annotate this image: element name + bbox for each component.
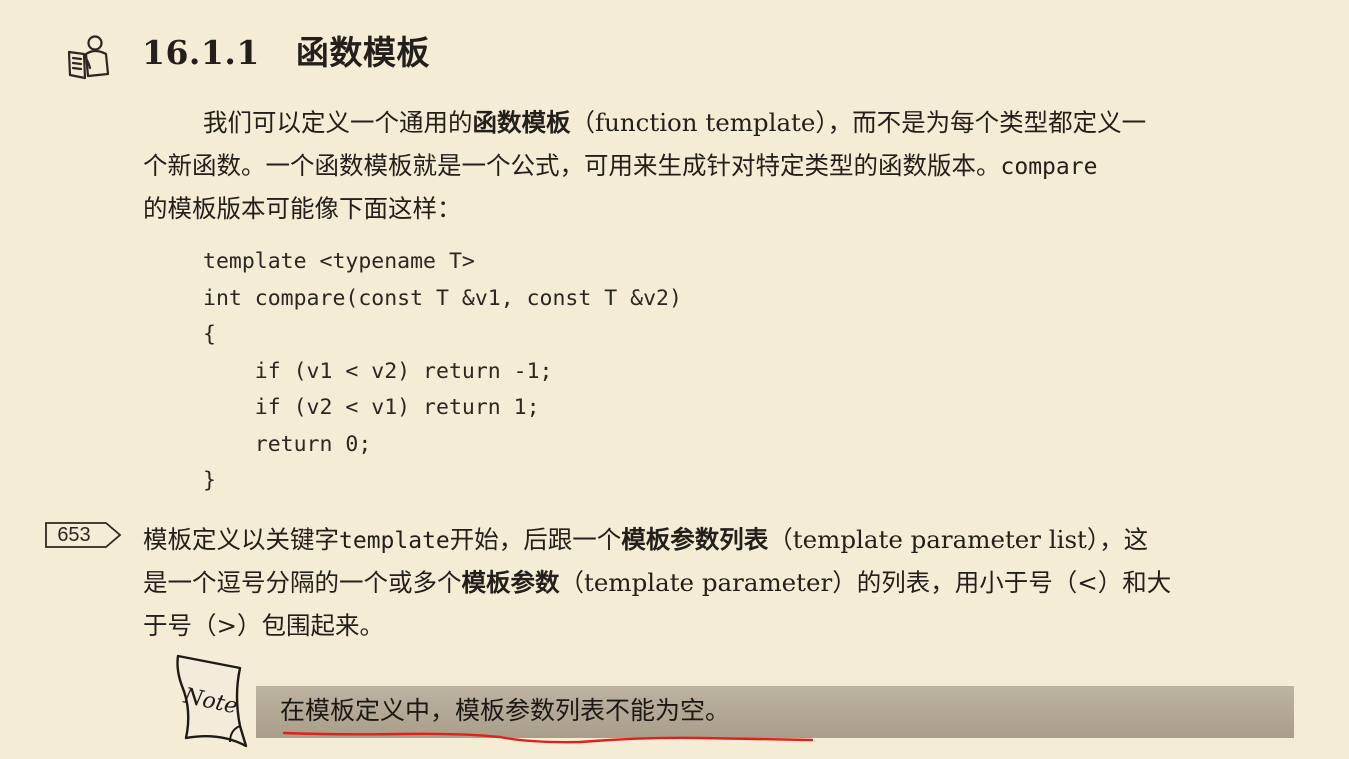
paragraph-line: 个新函数。一个函数模板就是一个公式，可用来生成针对特定类型的函数版本。compa…	[143, 144, 1291, 187]
red-underline-annotation	[282, 731, 814, 744]
text-run: 开始，后跟一个	[449, 525, 622, 554]
text-run: （template parameter list），这	[768, 525, 1149, 554]
paragraph-line: 于号（>）包围起来。	[143, 604, 1291, 647]
term-template-parameter-list: 模板参数列表	[621, 525, 769, 554]
code-line: int compare(const T &v1, const T &v2)	[203, 285, 682, 311]
intro-paragraph: 我们可以定义一个通用的函数模板（function template），而不是为每…	[143, 101, 1291, 230]
text-run: 于号（>）包围起来。	[143, 611, 385, 640]
section-title: 16.1.1 函数模板	[142, 26, 430, 74]
section-title-text: 函数模板	[295, 33, 430, 72]
inline-code: compare	[1000, 154, 1098, 180]
book-page: 16.1.1 函数模板 我们可以定义一个通用的函数模板（function temp…	[0, 0, 1349, 759]
text-run: （function template），而不是为每个类型都定义一	[570, 108, 1147, 137]
code-line: }	[203, 468, 216, 493]
template-definition-paragraph: 模板定义以关键字template开始，后跟一个模板参数列表（template p…	[143, 518, 1291, 647]
code-line: return 0;	[203, 431, 372, 457]
text-run: 模板定义以关键字	[143, 525, 339, 554]
text-run: 是一个逗号分隔的一个或多个	[143, 568, 462, 597]
reading-person-icon	[67, 35, 110, 80]
text-run: （template parameter）的列表，用小于号（<）和大	[559, 568, 1172, 597]
code-line: template <typename T>	[203, 249, 475, 274]
code-line: if (v1 < v2) return -1;	[203, 358, 553, 384]
paragraph-line: 模板定义以关键字template开始，后跟一个模板参数列表（template p…	[143, 518, 1291, 561]
term-function-template: 函数模板	[472, 108, 571, 137]
inline-code: template	[339, 528, 450, 554]
text-run: 的模板版本可能像下面这样：	[143, 194, 462, 223]
code-block: template <typename T> int compare(const …	[203, 244, 682, 500]
paragraph-line: 是一个逗号分隔的一个或多个模板参数（template parameter）的列表…	[143, 561, 1291, 604]
code-line: if (v2 < v1) return 1;	[203, 395, 540, 420]
paragraph-line: 我们可以定义一个通用的函数模板（function template），而不是为每…	[143, 101, 1291, 144]
note-paper-icon: Note	[176, 654, 248, 748]
paragraph-line: 的模板版本可能像下面这样：	[143, 187, 1291, 230]
code-line: {	[203, 322, 216, 347]
section-number: 16.1.1	[142, 33, 260, 72]
text-run: 个新函数。一个函数模板就是一个公式，可用来生成针对特定类型的函数版本。	[143, 151, 1001, 180]
term-template-parameter: 模板参数	[461, 568, 560, 597]
page-marker-number: 653	[57, 524, 91, 546]
text-run: 我们可以定义一个通用的	[203, 108, 473, 137]
